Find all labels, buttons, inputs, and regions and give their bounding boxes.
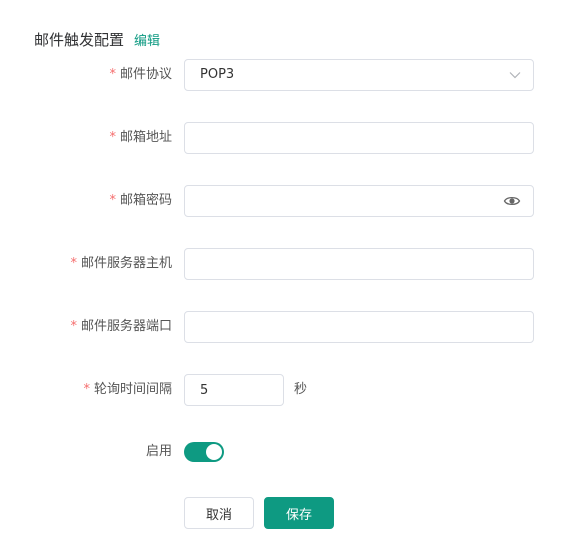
server-port-label: * 邮件服务器端口 xyxy=(70,311,172,343)
server-host-label: * 邮件服务器主机 xyxy=(70,248,172,280)
password-label: * 邮箱密码 xyxy=(109,185,172,217)
server-host-field-wrapper xyxy=(184,248,534,280)
form-row-protocol: * 邮件协议 POP3 xyxy=(0,59,576,91)
form-actions: 取消 保存 xyxy=(0,497,576,529)
form-row-enabled: 启用 xyxy=(0,436,576,468)
form-row-server-port: * 邮件服务器端口 xyxy=(0,311,576,343)
required-mark: * xyxy=(109,67,116,82)
cancel-button[interactable]: 取消 xyxy=(184,497,254,529)
form-row-poll-interval: *轮询时间间隔 秒 xyxy=(0,374,576,406)
poll-interval-label: * 轮询时间间隔 xyxy=(83,374,172,406)
poll-interval-label-text: 轮询时间间隔 xyxy=(93,382,172,397)
eye-icon[interactable] xyxy=(503,193,521,209)
server-port-label-text: 邮件服务器端口 xyxy=(80,319,172,334)
toggle-knob xyxy=(206,444,222,460)
form-row-email: * 邮箱地址 xyxy=(0,122,576,154)
password-field[interactable] xyxy=(185,186,533,216)
server-host-label-text: 邮件服务器主机 xyxy=(80,256,172,271)
protocol-select[interactable]: POP3 xyxy=(184,59,534,91)
server-port-field-wrapper xyxy=(184,311,534,343)
password-field-wrapper xyxy=(184,185,534,217)
section-title: 邮件触发配置 xyxy=(34,30,125,49)
poll-interval-unit: 秒 xyxy=(294,382,308,397)
protocol-select-value: POP3 xyxy=(200,67,235,82)
form-row-server-host: * 邮件服务器主机 xyxy=(0,248,576,280)
server-port-field[interactable] xyxy=(185,312,533,342)
save-button[interactable]: 保存 xyxy=(264,497,334,529)
protocol-label: * 邮件协议 xyxy=(109,59,172,91)
email-field[interactable] xyxy=(185,123,533,153)
email-label: * 邮箱地址 xyxy=(109,122,172,154)
enabled-toggle[interactable] xyxy=(184,442,224,462)
email-label-text: 邮箱地址 xyxy=(119,130,172,145)
email-field-wrapper xyxy=(184,122,534,154)
form-row-password: * 邮箱密码 xyxy=(0,185,576,217)
required-mark: * xyxy=(109,193,116,208)
protocol-label-text: 邮件协议 xyxy=(119,67,172,82)
password-label-text: 邮箱密码 xyxy=(119,193,172,208)
server-host-field[interactable] xyxy=(185,249,533,279)
section-header: 邮件触发配置 编辑 xyxy=(34,29,160,49)
poll-interval-field-wrapper xyxy=(184,374,284,406)
required-mark: * xyxy=(70,319,77,334)
required-mark: * xyxy=(70,256,77,271)
required-mark: * xyxy=(109,130,116,145)
chevron-down-icon xyxy=(509,72,521,79)
poll-interval-field[interactable] xyxy=(185,375,283,405)
edit-link[interactable]: 编辑 xyxy=(134,30,160,49)
enabled-label: 启用 xyxy=(145,444,172,459)
required-mark: * xyxy=(83,382,90,397)
